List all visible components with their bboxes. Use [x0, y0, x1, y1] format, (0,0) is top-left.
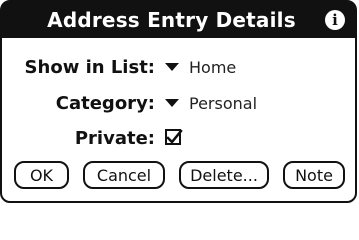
checkbox-icon: [165, 129, 183, 147]
cancel-button[interactable]: Cancel: [83, 161, 165, 189]
show-in-list-label: Show in List:: [24, 56, 155, 78]
info-icon[interactable]: i: [325, 10, 345, 30]
category-selected: Personal: [189, 93, 258, 113]
chevron-down-icon: [165, 99, 179, 107]
dialog-content: Show in List: Home Category: Personal Pr…: [2, 38, 355, 201]
button-row: OK Cancel Delete... Note: [14, 161, 345, 189]
chevron-down-icon: [165, 63, 179, 71]
show-in-list-selected: Home: [189, 57, 237, 77]
private-label: Private:: [74, 127, 155, 149]
category-value[interactable]: Personal: [165, 94, 257, 113]
note-button[interactable]: Note: [283, 161, 345, 189]
address-entry-details-dialog: Address Entry Details i Show in List: Ho…: [0, 0, 357, 203]
show-in-list-value[interactable]: Home: [165, 58, 236, 77]
title-bar: Address Entry Details i: [2, 2, 355, 38]
category-label: Category:: [55, 92, 155, 114]
private-checkbox[interactable]: [165, 129, 183, 147]
show-in-list-row: Show in List: Home: [2, 52, 355, 82]
dialog-title: Address Entry Details: [47, 8, 296, 32]
private-row: Private:: [2, 123, 355, 153]
category-row: Category: Personal: [2, 88, 355, 118]
ok-button[interactable]: OK: [14, 161, 69, 189]
delete-button[interactable]: Delete...: [179, 161, 269, 189]
